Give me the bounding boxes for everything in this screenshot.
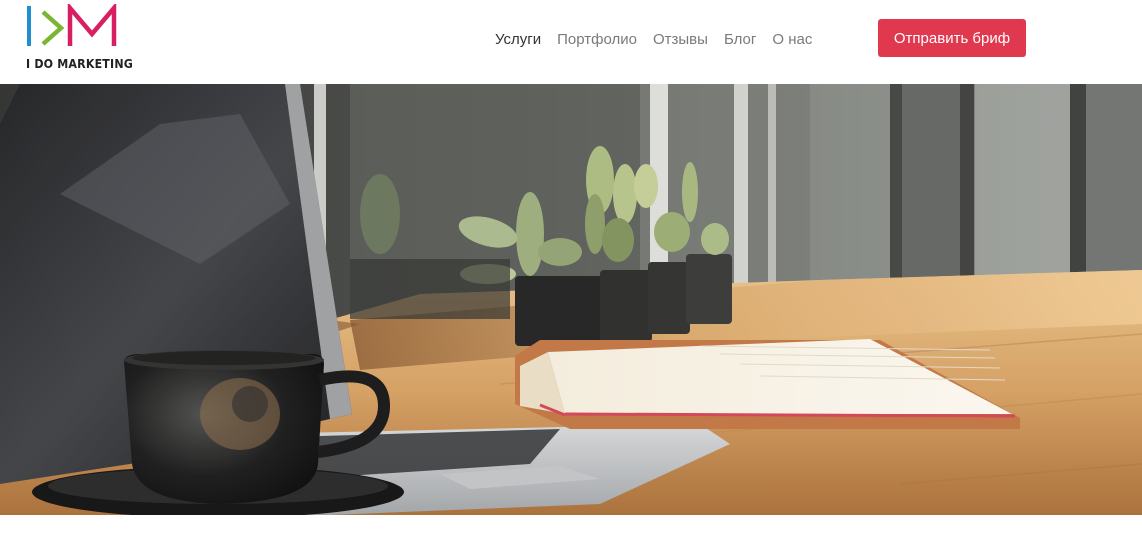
hero-image [0, 84, 1142, 515]
logo[interactable]: I DO MARKETING [26, 4, 133, 74]
nav-item-portfolio[interactable]: Портфолио [557, 31, 637, 48]
nav-item-reviews[interactable]: Отзывы [653, 31, 708, 48]
main-nav: Услуги Портфолио Отзывы Блог О нас [495, 29, 828, 49]
nav-item-about[interactable]: О нас [772, 31, 812, 48]
nav-item-services[interactable]: Услуги [495, 31, 541, 48]
page-content-area [0, 515, 1142, 536]
nav-item-blog[interactable]: Блог [724, 31, 756, 48]
send-brief-button[interactable]: Отправить бриф [878, 19, 1026, 57]
workspace-photo [0, 84, 1142, 515]
logo-text: I DO MARKETING [26, 57, 133, 71]
site-header: I DO MARKETING Услуги Портфолио Отзывы Б… [0, 0, 1142, 84]
logo-mark-icon [27, 4, 117, 46]
